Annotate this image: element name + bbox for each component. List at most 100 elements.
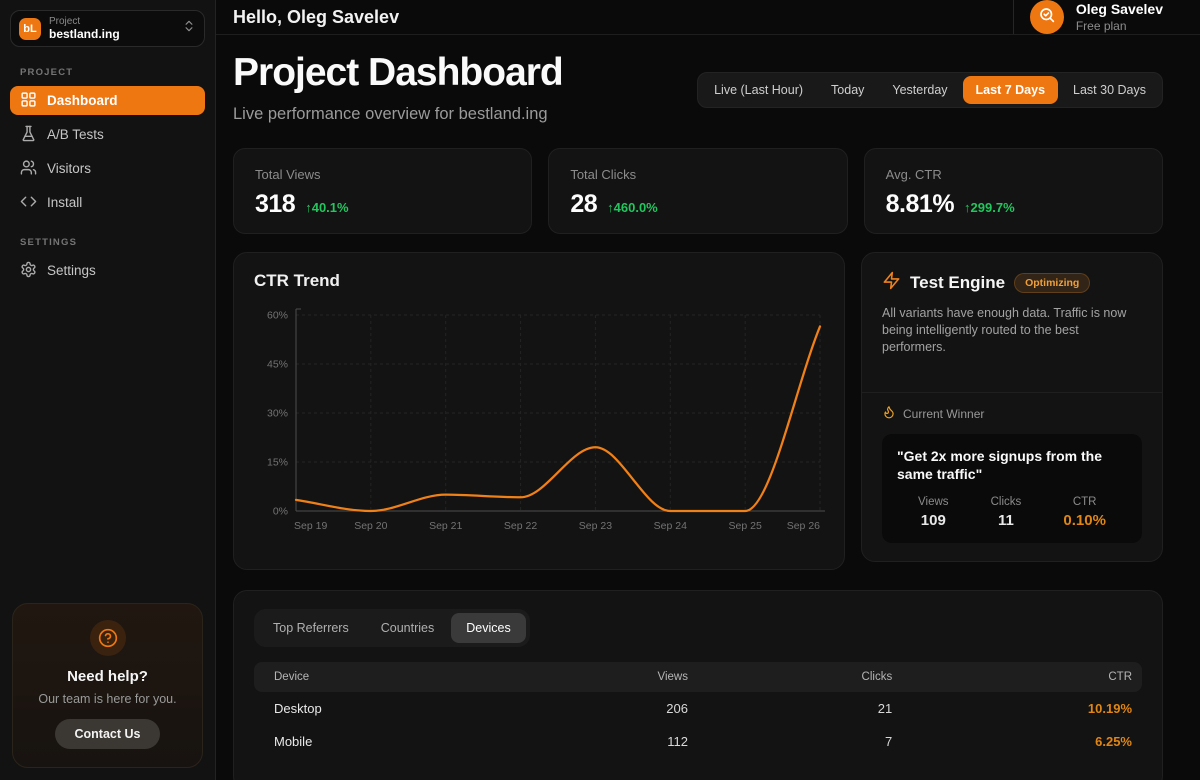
sidebar-section-project: PROJECT: [20, 67, 195, 78]
test-engine-panel: Test Engine Optimizing All variants have…: [861, 252, 1163, 562]
stat-card-total-clicks: Total Clicks 28 ↑460.0%: [548, 148, 847, 234]
divider: [862, 392, 1162, 393]
cell-clicks: 7: [698, 725, 902, 758]
sidebar: bL Project bestland.ing PROJECT Dashboar…: [0, 0, 216, 780]
chevrons-up-down-icon: [182, 19, 196, 38]
page-title: Project Dashboard: [233, 51, 563, 95]
stat-label: Total Clicks: [570, 167, 825, 182]
page-subtitle: Live performance overview for bestland.i…: [233, 105, 563, 124]
user-area[interactable]: Oleg Savelev Free plan: [1013, 0, 1163, 34]
user-name: Oleg Savelev: [1076, 1, 1163, 19]
project-selector-label: Project: [49, 16, 174, 28]
sidebar-item-dashboard[interactable]: Dashboard: [10, 86, 205, 115]
tab-top-referrers[interactable]: Top Referrers: [258, 613, 364, 643]
content: Project Dashboard Live performance overv…: [216, 35, 1200, 780]
stat-value: 318: [255, 190, 295, 219]
user-plan: Free plan: [1076, 19, 1163, 33]
ctr-trend-panel: CTR Trend 0%15%30%45%60%Sep 19Sep 20Sep …: [233, 252, 845, 570]
svg-text:Sep 22: Sep 22: [504, 520, 537, 532]
svg-text:Sep 26: Sep 26: [787, 520, 820, 532]
col-clicks: Clicks: [698, 662, 902, 692]
stat-card-total-views: Total Views 318 ↑40.1%: [233, 148, 532, 234]
stat-delta: ↑299.7%: [964, 200, 1015, 215]
svg-text:0%: 0%: [273, 506, 288, 518]
search-check-icon: [1038, 6, 1056, 29]
project-selector[interactable]: bL Project bestland.ing: [10, 10, 205, 47]
project-logo: bL: [19, 18, 41, 40]
contact-us-button[interactable]: Contact Us: [55, 719, 161, 749]
bolt-icon: [882, 271, 901, 295]
svg-text:30%: 30%: [267, 408, 288, 420]
filter-tab-live[interactable]: Live (Last Hour): [701, 76, 816, 104]
stat-value: 8.81%: [886, 190, 954, 219]
cell-views: 206: [520, 692, 698, 725]
flame-icon: [882, 405, 896, 424]
svg-text:15%: 15%: [267, 457, 288, 469]
stat-label: Total Views: [255, 167, 510, 182]
tab-countries[interactable]: Countries: [366, 613, 450, 643]
gear-icon: [20, 261, 37, 281]
time-filter-group: Live (Last Hour) Today Yesterday Last 7 …: [697, 72, 1163, 108]
svg-text:60%: 60%: [267, 310, 288, 322]
sidebar-item-settings[interactable]: Settings: [10, 256, 205, 285]
main-area: Hello, Oleg Savelev Oleg Savelev Free pl…: [216, 0, 1200, 780]
grid-icon: [20, 91, 37, 111]
svg-text:Sep 24: Sep 24: [654, 520, 687, 532]
filter-tab-today[interactable]: Today: [818, 76, 877, 104]
cell-clicks: 21: [698, 692, 902, 725]
avatar[interactable]: [1030, 0, 1064, 34]
table-row: Mobile 112 7 6.25%: [254, 725, 1142, 758]
sidebar-item-install[interactable]: Install: [10, 188, 205, 217]
svg-text:Sep 23: Sep 23: [579, 520, 612, 532]
sidebar-item-ab-tests[interactable]: A/B Tests: [10, 120, 205, 149]
col-ctr: CTR: [902, 662, 1142, 692]
flask-icon: [20, 125, 37, 145]
help-subtitle: Our team is here for you.: [25, 692, 190, 706]
winner-metric-views: Views 109: [918, 496, 948, 529]
sidebar-item-visitors[interactable]: Visitors: [10, 154, 205, 183]
sidebar-section-settings: SETTINGS: [20, 237, 195, 248]
svg-text:Sep 21: Sep 21: [429, 520, 462, 532]
tab-devices[interactable]: Devices: [451, 613, 525, 643]
svg-text:Sep 20: Sep 20: [354, 520, 387, 532]
help-circle-icon: [90, 620, 126, 656]
sidebar-item-label: Settings: [47, 263, 96, 278]
stat-value: 28: [570, 190, 597, 219]
greeting-text: Hello, Oleg Savelev: [233, 7, 399, 28]
col-device: Device: [254, 662, 520, 692]
topbar: Hello, Oleg Savelev Oleg Savelev Free pl…: [216, 0, 1200, 35]
winner-metric-ctr: CTR 0.10%: [1063, 496, 1106, 529]
stat-delta: ↑460.0%: [607, 200, 658, 215]
winner-metric-clicks: Clicks 11: [991, 496, 1022, 529]
svg-text:Sep 25: Sep 25: [729, 520, 762, 532]
stat-delta: ↑40.1%: [305, 200, 348, 215]
breakdown-panel: Top Referrers Countries Devices Device V…: [233, 590, 1163, 780]
breakdown-tabs: Top Referrers Countries Devices: [254, 609, 530, 647]
cell-ctr: 6.25%: [902, 725, 1142, 758]
filter-tab-last-30-days[interactable]: Last 30 Days: [1060, 76, 1159, 104]
cell-device: Mobile: [254, 725, 520, 758]
table-header-row: Device Views Clicks CTR: [254, 662, 1142, 692]
winner-quote: "Get 2x more signups from the same traff…: [897, 447, 1127, 483]
cell-ctr: 10.19%: [902, 692, 1142, 725]
topbar-divider: [1013, 0, 1014, 34]
devices-table: Device Views Clicks CTR Desktop 206 21 1…: [254, 662, 1142, 758]
current-winner-label: Current Winner: [903, 407, 984, 421]
svg-text:Sep 19: Sep 19: [294, 520, 327, 532]
sidebar-item-label: A/B Tests: [47, 127, 104, 142]
project-selector-value: bestland.ing: [49, 28, 174, 42]
col-views: Views: [520, 662, 698, 692]
ctr-trend-title: CTR Trend: [254, 271, 824, 291]
ctr-trend-chart: 0%15%30%45%60%Sep 19Sep 20Sep 21Sep 22Se…: [254, 299, 826, 551]
winner-card: "Get 2x more signups from the same traff…: [882, 434, 1142, 543]
optimizing-badge: Optimizing: [1014, 273, 1090, 293]
filter-tab-yesterday[interactable]: Yesterday: [879, 76, 960, 104]
help-card: Need help? Our team is here for you. Con…: [12, 603, 203, 768]
users-icon: [20, 159, 37, 179]
help-title: Need help?: [25, 668, 190, 685]
table-row: Desktop 206 21 10.19%: [254, 692, 1142, 725]
cell-views: 112: [520, 725, 698, 758]
sidebar-item-label: Dashboard: [47, 93, 118, 108]
test-engine-title: Test Engine: [910, 273, 1005, 293]
filter-tab-last-7-days[interactable]: Last 7 Days: [963, 76, 1058, 104]
